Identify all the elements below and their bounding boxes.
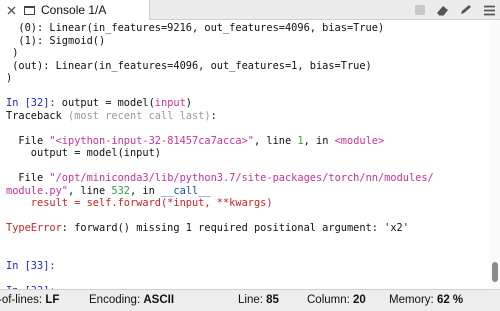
console-text-segment: , line: [253, 134, 298, 147]
console-line: result = self.forward(*input, **kwargs): [6, 197, 273, 210]
console-text-segment: ): [6, 47, 19, 59]
status-eol-label: -of-lines:: [0, 294, 43, 306]
status-column-label: Column:: [307, 294, 350, 306]
console-icon: [24, 5, 35, 15]
console-line: module.py", line 532, in __call__: [6, 185, 211, 198]
console-text-segment: __call__: [161, 184, 211, 197]
console-line: (0): Linear(in_features=9216, out_featur…: [6, 22, 384, 35]
tab-label: Console 1/A: [41, 3, 107, 17]
status-memory-label: Memory:: [389, 294, 434, 306]
status-line: Line: 85: [238, 294, 279, 306]
console-text-segment: (most recent call last): [68, 109, 211, 122]
status-bar: -of-lines: LF Encoding: ASCII Line: 85 C…: [0, 289, 500, 311]
console-toolbar: [413, 0, 496, 20]
console-text-segment: result = self.forward(*input, **kwargs): [6, 197, 273, 209]
status-eol-value: LF: [45, 294, 60, 306]
console-line: TypeError: forward() missing 1 required …: [6, 222, 409, 235]
console-line: File "<ipython-input-32-81457ca7acca>", …: [6, 135, 384, 148]
pencil-icon[interactable]: [459, 3, 473, 17]
console-line: ): [6, 72, 12, 85]
console-text-segment: 532: [111, 184, 131, 197]
console-line: output = model(input): [6, 147, 161, 160]
console-line: ): [6, 47, 18, 60]
scrollbar-thumb[interactable]: [492, 262, 498, 282]
console-text-segment: "/opt/miniconda3/lib/python3.7/site-pack…: [49, 172, 434, 184]
console-line: (out): Linear(in_features=4096, out_feat…: [6, 60, 372, 73]
console-text-segment: input: [154, 97, 186, 109]
console-line: (1): Sigmoid(): [6, 35, 105, 48]
console-text-segment: output = model(: [61, 97, 155, 109]
console-text-segment: ): [6, 72, 13, 84]
tab-console[interactable]: Console 1/A: [0, 0, 150, 20]
status-encoding-value: ASCII: [143, 294, 175, 306]
console-text-segment: (1): Sigmoid(): [6, 34, 106, 47]
console-line: In [33]:: [6, 260, 56, 273]
close-icon[interactable]: [5, 4, 17, 16]
eraser-icon[interactable]: [436, 3, 450, 17]
console-text-segment: TypeError: [6, 222, 62, 234]
hamburger-menu-icon[interactable]: [482, 3, 496, 17]
console-text-segment: output = model(input): [6, 147, 161, 159]
console-text-segment: , in: [130, 184, 162, 197]
console-text-segment: <module>: [334, 134, 385, 147]
console-text-segment: File: [6, 172, 50, 184]
console-window: Console 1/A (0): Linear(in_features=9216…: [0, 0, 500, 311]
console-text-segment: "<ipython-input-32-81457ca7acca>": [49, 134, 254, 147]
status-column: Column: 20: [307, 294, 366, 306]
status-eol: -of-lines: LF: [0, 294, 59, 306]
tab-bar: Console 1/A: [0, 0, 500, 20]
console-line: File "/opt/miniconda3/lib/python3.7/site…: [6, 172, 434, 185]
status-encoding: Encoding: ASCII: [89, 294, 174, 306]
console-line: In [32]: output = model(input): [6, 97, 192, 110]
console-output[interactable]: (0): Linear(in_features=9216, out_featur…: [0, 21, 490, 289]
status-memory-value: 62 %: [436, 294, 464, 306]
console-line: Traceback (most recent call last):: [6, 110, 217, 123]
status-memory: Memory: 62 %: [389, 294, 463, 306]
stop-square-icon[interactable]: [413, 3, 427, 17]
status-column-value: 20: [353, 294, 366, 306]
console-text-segment: module.py": [6, 184, 68, 197]
console-text-segment: (out): Linear(in_features=4096, out_feat…: [6, 59, 372, 72]
status-encoding-label: Encoding:: [89, 294, 141, 306]
console-text-segment: , line: [68, 184, 112, 197]
console-text-segment: Traceback: [6, 109, 68, 122]
console-text-segment: :: [210, 109, 217, 122]
console-text-segment: In [32]:: [6, 97, 62, 109]
console-text-segment: In [33]:: [6, 259, 56, 272]
console-text-segment: (0): Linear(in_features=9216, out_featur…: [6, 22, 385, 34]
vertical-scrollbar[interactable]: [490, 21, 500, 289]
console-text-segment: : forward() missing 1 required positiona…: [61, 222, 409, 234]
console-text-segment: File: [6, 134, 50, 147]
status-line-label: Line:: [238, 294, 263, 306]
status-line-value: 85: [266, 294, 279, 306]
console-text-segment: ): [185, 97, 192, 109]
console-text-segment: , in: [303, 134, 335, 147]
